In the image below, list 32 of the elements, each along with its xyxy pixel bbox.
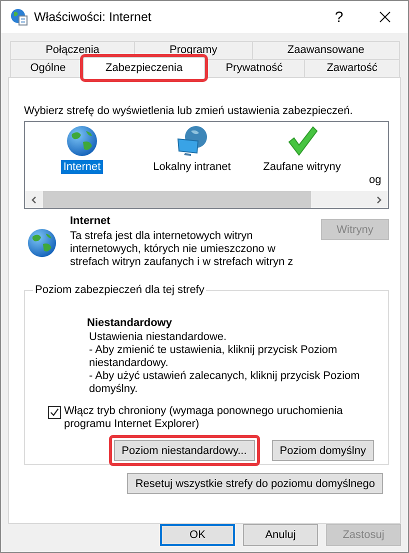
tab[interactable]: Zawartość — [304, 59, 400, 77]
dialog-button[interactable]: Anuluj — [243, 524, 318, 546]
instruction-text: Wybierz strefę do wyświetlenia lub zmień ustawienia zabezpieczeń. — [24, 104, 354, 118]
zone-title: Internet — [70, 214, 112, 229]
level-title: Niestandardowy — [87, 316, 173, 331]
zone-description: Ta strefa jest dla internetowych witryn internetowych, których nie umieszczono w strefach witryn zaufanych i w strefach witryn z — [70, 230, 294, 269]
level-description: Ustawienia niestandardowe. - Aby zmienić te ustawienia, kliknij przycisk Poziom niestandardowy. - Aby użyć ustawień zalecanych, kliknij przycisk Poziom domyślny. — [89, 331, 361, 396]
level-button[interactable]: Poziom domyślny — [272, 440, 374, 461]
scroll-left-icon[interactable] — [30, 196, 38, 204]
level-button[interactable]: Poziom niestandardowy... — [114, 440, 255, 461]
checkbox-label[interactable]: Włącz tryb chroniony (wymaga ponownego uruchomienia programu Internet Explorer) — [64, 405, 343, 431]
tab[interactable]: Zabezpieczenia — [83, 57, 206, 79]
globe-document-icon — [10, 8, 28, 26]
zone-label[interactable]: Zaufane witryny — [261, 160, 343, 174]
dialog-button[interactable]: OK — [160, 524, 235, 546]
close-icon[interactable] — [379, 11, 391, 23]
monitor-globe-icon[interactable] — [176, 125, 208, 157]
globe-icon[interactable] — [66, 125, 98, 157]
zone-label[interactable]: og — [367, 173, 384, 187]
globe-icon — [27, 228, 57, 258]
window-title: Właściwości: Internet — [34, 10, 152, 24]
zone-label[interactable]: Internet — [61, 160, 103, 174]
checkmark-icon[interactable] — [286, 125, 318, 157]
checkbox[interactable] — [48, 406, 61, 419]
horizontal-scrollbar[interactable] — [25, 191, 388, 208]
scroll-right-icon[interactable] — [375, 196, 383, 204]
tab[interactable]: Zaawansowane — [252, 41, 400, 59]
zone-label[interactable]: Lokalny intranet — [151, 160, 233, 174]
group-legend: Poziom zabezpieczeń dla tej strefy — [33, 283, 206, 297]
scrollbar-thumb[interactable] — [43, 191, 311, 208]
help-button[interactable]: ? — [316, 1, 362, 33]
reset-zones-button[interactable]: Resetuj wszystkie strefy do poziomu domyślnego — [127, 473, 383, 494]
